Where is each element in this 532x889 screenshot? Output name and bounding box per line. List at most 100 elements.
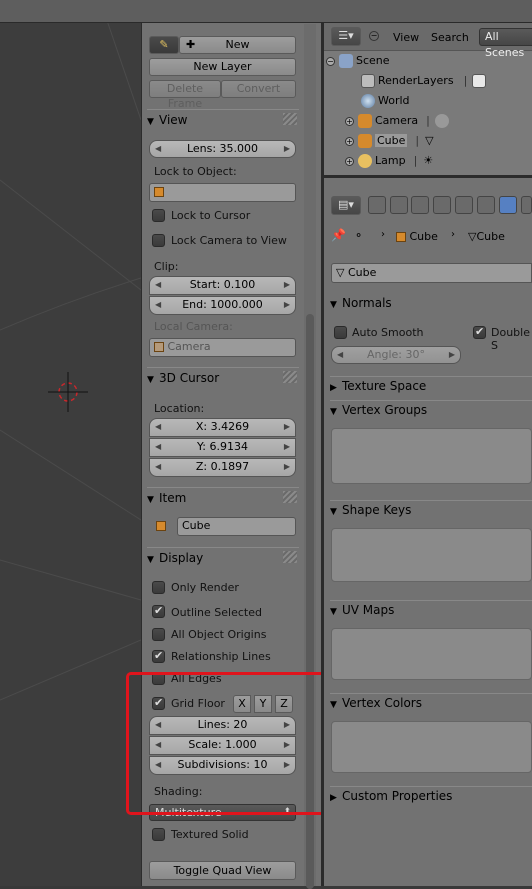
tree-item-scene[interactable]: − Scene: [326, 54, 390, 68]
object-icon: [396, 232, 406, 242]
renderlayers-tab-icon[interactable]: [390, 196, 408, 214]
cursor-y-field[interactable]: ◀ Y: 6.9134 ▶: [149, 438, 296, 457]
material-tab-icon[interactable]: [521, 196, 532, 214]
collapse-icon[interactable]: −: [326, 57, 335, 66]
item-name-field[interactable]: Cube: [177, 517, 296, 536]
lock-object-field[interactable]: [149, 183, 296, 202]
display-panel-header[interactable]: ▼ Display: [147, 547, 299, 567]
object-tab-icon[interactable]: [455, 196, 473, 214]
outline-selected-label: Outline Selected: [171, 606, 262, 619]
grid-axis-x-toggle[interactable]: X: [233, 695, 251, 713]
editor-type-menu[interactable]: ▤▾: [331, 196, 361, 215]
clip-start-field[interactable]: ◀ Start: 0.100 ▶: [149, 276, 296, 295]
3d-viewport[interactable]: [0, 0, 141, 886]
textured-solid-checkbox[interactable]: [152, 828, 165, 841]
collapse-triangle-icon: ▼: [330, 607, 337, 617]
view-panel-header[interactable]: ▼ View: [147, 109, 299, 129]
uv-maps-panel-header[interactable]: ▼ UV Maps: [330, 600, 532, 621]
collapse-menu-icon[interactable]: −: [369, 31, 379, 41]
grid-axis-y-toggle[interactable]: Y: [254, 695, 272, 713]
auto-smooth-checkbox[interactable]: [334, 326, 347, 339]
scenes-dropdown[interactable]: All Scenes: [479, 28, 532, 59]
mesh-data-tab-icon[interactable]: [499, 196, 517, 214]
pin-icon[interactable]: 📌: [331, 228, 346, 242]
only-render-checkbox[interactable]: [152, 581, 165, 594]
drag-grip-icon[interactable]: [283, 491, 297, 503]
toggle-quad-view-button[interactable]: Toggle Quad View: [149, 861, 296, 880]
3d-cursor-panel-header[interactable]: ▼ 3D Cursor: [147, 367, 299, 387]
modifiers-tab-icon[interactable]: [477, 196, 495, 214]
pencil-icon[interactable]: ✎: [149, 36, 179, 54]
editor-type-menu[interactable]: ☰▾: [331, 27, 361, 46]
local-camera-field[interactable]: Camera: [149, 338, 296, 357]
grid-subdivisions-field[interactable]: ◀ Subdivisions: 10 ▶: [149, 756, 296, 775]
tree-item-lamp[interactable]: + Lamp | ☀: [345, 154, 433, 168]
collapse-triangle-icon: ▼: [330, 407, 337, 417]
mesh-object-icon: [358, 134, 372, 148]
drag-grip-icon[interactable]: [283, 551, 297, 563]
collapse-triangle-icon: ▼: [147, 375, 154, 385]
camera-data-icon[interactable]: [434, 114, 449, 128]
expand-icon[interactable]: +: [345, 117, 354, 126]
collapse-triangle-icon: ▼: [147, 495, 154, 505]
auto-smooth-label: Auto Smooth: [352, 326, 424, 339]
clip-end-field[interactable]: ◀ End: 1000.000 ▶: [149, 296, 296, 315]
location-label: Location:: [154, 402, 205, 415]
search-menu[interactable]: Search: [431, 31, 469, 44]
lock-to-cursor-checkbox[interactable]: [152, 209, 165, 222]
new-grease-button[interactable]: ✚ New: [179, 36, 296, 54]
relationship-lines-checkbox[interactable]: [152, 649, 165, 663]
convert-button[interactable]: Convert: [221, 80, 296, 98]
grid-lines-field[interactable]: ◀ Lines: 20 ▶: [149, 716, 296, 735]
breadcrumb-object: Cube: [396, 230, 438, 243]
shelf-scrollbar[interactable]: [304, 24, 316, 889]
lamp-data-icon[interactable]: ☀: [423, 154, 433, 167]
scrollbar-thumb[interactable]: [306, 314, 314, 889]
drag-grip-icon[interactable]: [283, 371, 297, 383]
tree-item-world[interactable]: World: [361, 94, 410, 108]
vertex-colors-list[interactable]: [331, 721, 532, 773]
lock-camera-checkbox[interactable]: [152, 234, 165, 247]
vertex-groups-list[interactable]: [331, 428, 532, 484]
render-icon[interactable]: [472, 74, 487, 88]
expand-icon[interactable]: +: [345, 137, 354, 146]
grid-scale-field[interactable]: ◀ Scale: 1.000 ▶: [149, 736, 296, 755]
uv-maps-list[interactable]: [331, 628, 532, 680]
vertex-groups-panel-header[interactable]: ▼ Vertex Groups: [330, 400, 532, 421]
local-camera-label: Local Camera:: [154, 320, 233, 333]
vertex-colors-panel-header[interactable]: ▼ Vertex Colors: [330, 693, 532, 714]
breadcrumb-separator-icon: ›: [451, 229, 455, 240]
grid-axis-z-toggle[interactable]: Z: [275, 695, 293, 713]
double-sided-checkbox[interactable]: [473, 325, 486, 339]
outline-selected-checkbox[interactable]: [152, 604, 165, 618]
drag-grip-icon[interactable]: [283, 113, 297, 125]
cursor-z-field[interactable]: ◀ Z: 0.1897 ▶: [149, 458, 296, 477]
delete-frame-button[interactable]: Delete Frame: [149, 80, 221, 110]
angle-field[interactable]: ◀ Angle: 30° ▶: [331, 346, 461, 364]
mesh-name-field[interactable]: ▽ Cube: [331, 263, 532, 283]
cursor-x-field[interactable]: ◀ X: 3.4269 ▶: [149, 418, 296, 437]
outliner-editor-icon: ☰▾: [338, 29, 354, 42]
shading-dropdown[interactable]: Multitexture ⬍: [149, 804, 296, 821]
expand-triangle-icon: ▶: [330, 793, 337, 803]
expand-icon[interactable]: +: [345, 157, 354, 166]
mesh-data-icon[interactable]: ▽: [425, 134, 433, 147]
tree-item-cube[interactable]: + Cube | ▽: [345, 134, 434, 148]
scene-tab-icon[interactable]: [411, 196, 429, 214]
tree-item-camera[interactable]: + Camera |: [345, 114, 452, 128]
normals-panel-header[interactable]: ▼ Normals: [330, 294, 532, 314]
grid-floor-checkbox[interactable]: [152, 696, 165, 710]
shape-keys-panel-header[interactable]: ▼ Shape Keys: [330, 500, 532, 521]
world-tab-icon[interactable]: [433, 196, 451, 214]
view-menu[interactable]: View: [393, 31, 419, 44]
texture-space-panel-header[interactable]: ▶ Texture Space: [330, 376, 532, 397]
all-edges-checkbox[interactable]: [152, 672, 165, 685]
lens-field[interactable]: ◀ Lens: 35.000 ▶: [149, 140, 296, 158]
shape-keys-list[interactable]: [331, 528, 532, 582]
all-object-origins-checkbox[interactable]: [152, 628, 165, 641]
custom-properties-panel-header[interactable]: ▶ Custom Properties: [330, 786, 532, 807]
new-layer-button[interactable]: New Layer: [149, 58, 296, 76]
render-tab-icon[interactable]: [368, 196, 386, 214]
tree-item-renderlayers[interactable]: RenderLayers |: [361, 74, 489, 88]
item-panel-header[interactable]: ▼ Item: [147, 487, 299, 507]
